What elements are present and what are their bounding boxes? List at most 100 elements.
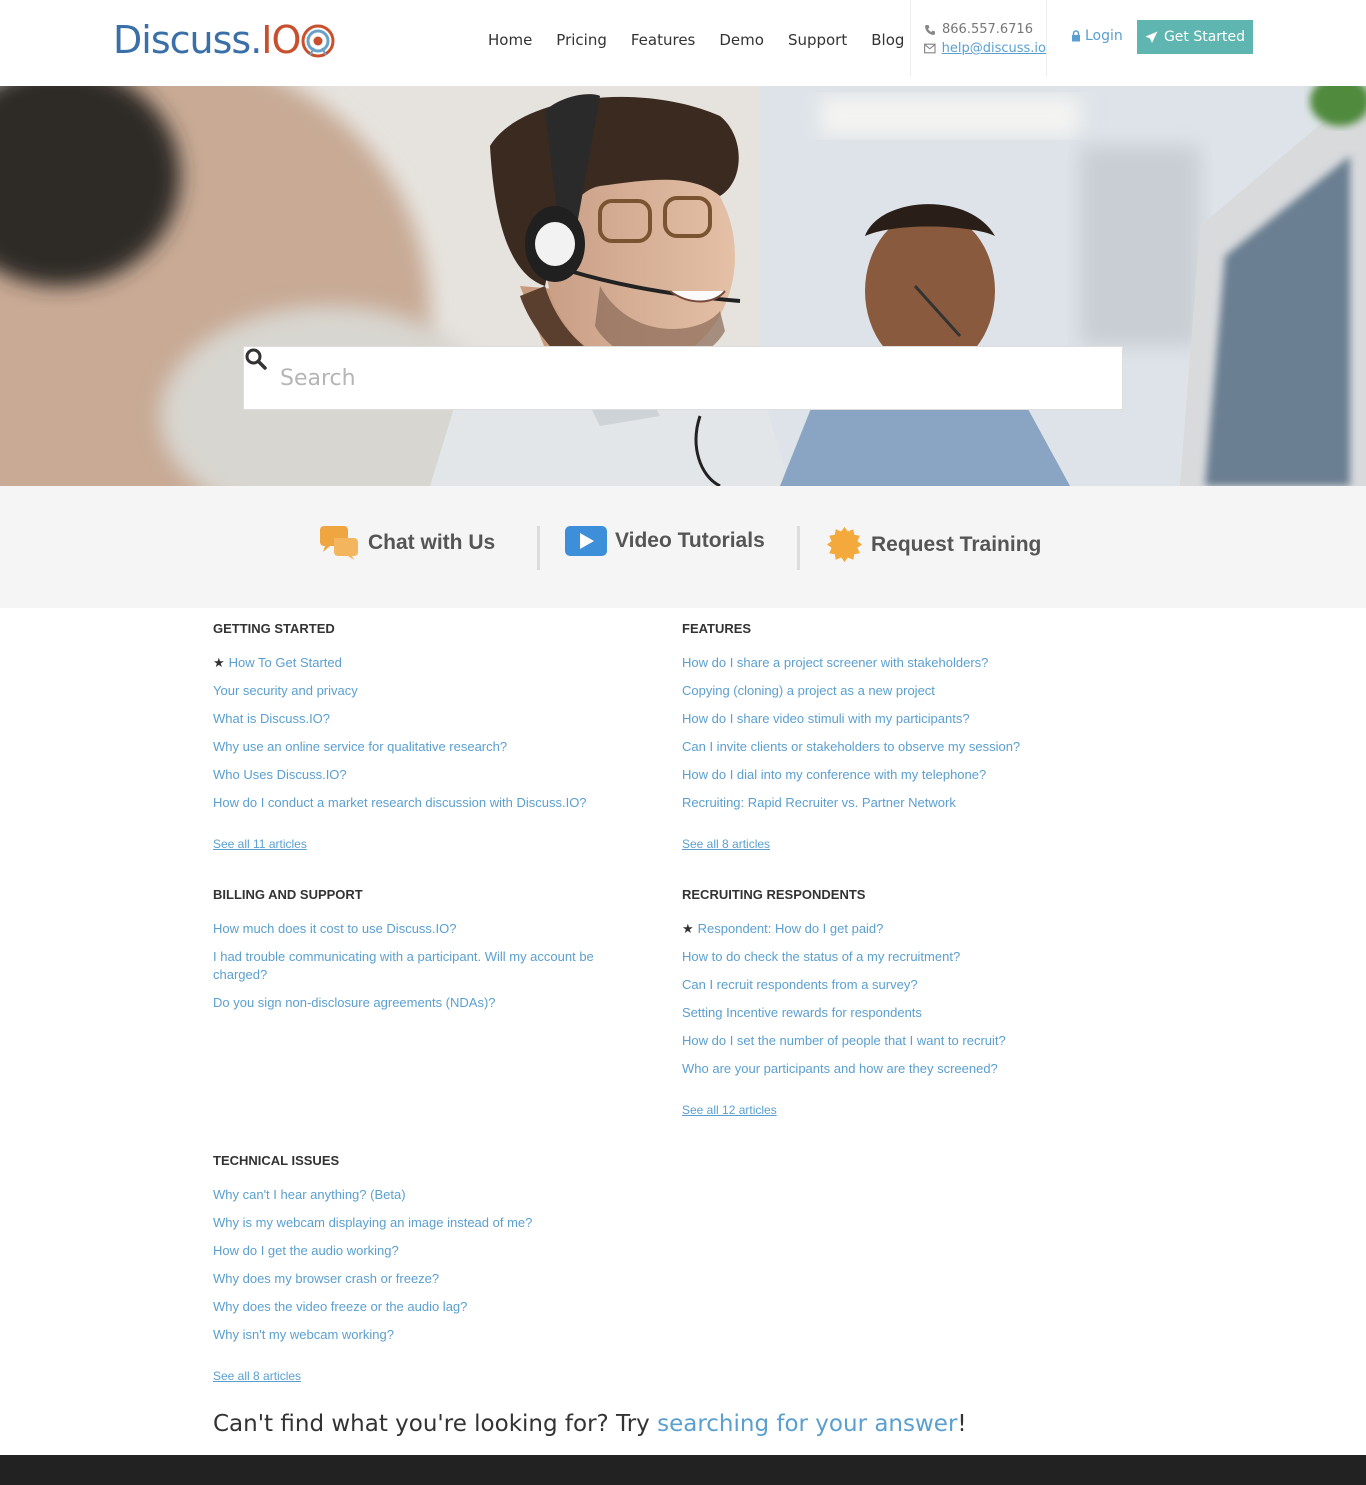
category-recruiting-respondents: RECRUITING RESPONDENTS ★ Respondent: How … — [682, 887, 1102, 1119]
login-link[interactable]: Login — [1071, 28, 1123, 44]
list-item: Setting Incentive rewards for respondent… — [682, 1004, 1102, 1022]
article-link[interactable]: Why isn't my webcam working? — [213, 1327, 394, 1342]
search-bar[interactable] — [243, 346, 1123, 410]
envelope-icon — [924, 43, 936, 54]
article-link[interactable]: How do I share a project screener with s… — [682, 655, 988, 670]
list-item: Recruiting: Rapid Recruiter vs. Partner … — [682, 794, 1102, 812]
list-item: What is Discuss.IO? — [213, 710, 633, 728]
star-icon: ★ — [682, 921, 694, 936]
category-getting-started: GETTING STARTED ★ How To Get Started Your… — [213, 621, 633, 853]
contact-info: 866.557.6716 help@discuss.io — [910, 0, 1047, 76]
article-link[interactable]: Your security and privacy — [213, 683, 358, 698]
list-item: Why does the video freeze or the audio l… — [213, 1298, 633, 1316]
nav-features[interactable]: Features — [631, 30, 696, 50]
request-training-link[interactable]: Request Training — [826, 526, 1041, 563]
list-item: How do I share a project screener with s… — [682, 654, 1102, 672]
list-item: How do I get the audio working? — [213, 1242, 633, 1260]
article-link[interactable]: Can I invite clients or stakeholders to … — [682, 739, 1020, 754]
article-link[interactable]: How to do check the status of a my recru… — [682, 949, 960, 964]
see-all-link[interactable]: See all 11 articles — [213, 837, 307, 851]
article-link[interactable]: Why use an online service for qualitativ… — [213, 739, 507, 754]
see-all-link[interactable]: See all 12 articles — [682, 1103, 777, 1117]
category-title: FEATURES — [682, 621, 752, 636]
discuss-io-logo[interactable]: Discuss.IO — [113, 18, 335, 62]
article-link[interactable]: Setting Incentive rewards for respondent… — [682, 1005, 922, 1020]
see-all-link[interactable]: See all 8 articles — [213, 1369, 301, 1383]
lock-icon — [1072, 30, 1080, 42]
article-link[interactable]: Who Uses Discuss.IO? — [213, 767, 347, 782]
see-all-link[interactable]: See all 8 articles — [682, 837, 770, 851]
article-link[interactable]: How To Get Started — [229, 655, 342, 670]
article-link[interactable]: Why can't I hear anything? (Beta) — [213, 1187, 406, 1202]
cant-find-suffix: ! — [957, 1411, 967, 1437]
search-answer-link[interactable]: searching for your answer — [657, 1411, 957, 1437]
article-link[interactable]: Who are your participants and how are th… — [682, 1061, 998, 1076]
article-link[interactable]: How do I conduct a market research discu… — [213, 795, 587, 810]
hero-banner — [0, 86, 1366, 486]
nav-pricing[interactable]: Pricing — [556, 30, 607, 50]
chat-bubbles-icon — [320, 526, 358, 560]
nav-support[interactable]: Support — [788, 30, 847, 50]
category-title: RECRUITING RESPONDENTS — [682, 887, 866, 902]
list-item: Who are your participants and how are th… — [682, 1060, 1102, 1078]
site-header: Discuss.IO Home Pricing Features Demo Su… — [0, 0, 1366, 86]
category-title: BILLING AND SUPPORT — [213, 887, 363, 902]
email-link[interactable]: help@discuss.io — [942, 39, 1046, 58]
article-list: ★ Respondent: How do I get paid? How to d… — [682, 920, 1102, 1078]
star-icon: ★ — [213, 655, 225, 670]
article-link[interactable]: How do I share video stimuli with my par… — [682, 711, 970, 726]
list-item: Why isn't my webcam working? — [213, 1326, 633, 1344]
article-link[interactable]: Why is my webcam displaying an image ins… — [213, 1215, 532, 1230]
chat-with-us-link[interactable]: Chat with Us — [318, 526, 495, 560]
article-link[interactable]: Recruiting: Rapid Recruiter vs. Partner … — [682, 795, 956, 810]
list-item: Do you sign non-disclosure agreements (N… — [213, 994, 603, 1012]
article-link[interactable]: Why does the video freeze or the audio l… — [213, 1299, 467, 1314]
article-link[interactable]: How do I get the audio working? — [213, 1243, 399, 1258]
search-input[interactable] — [280, 365, 1080, 391]
video-tutorials-link[interactable]: Video Tutorials — [565, 526, 765, 556]
nav-blog[interactable]: Blog — [871, 30, 904, 50]
article-link[interactable]: How do I set the number of people that I… — [682, 1033, 1006, 1048]
phone-row: 866.557.6716 — [924, 20, 1046, 39]
category-title: TECHNICAL ISSUES — [213, 1153, 340, 1168]
category-billing-and-support: BILLING AND SUPPORT How much does it cos… — [213, 887, 603, 1022]
list-item: Why does my browser crash or freeze? — [213, 1270, 633, 1288]
rocket-icon — [1145, 31, 1158, 43]
target-logo-icon — [301, 24, 335, 58]
list-item: How do I dial into my conference with my… — [682, 766, 1102, 784]
site-footer — [0, 1455, 1366, 1485]
list-item: ★ How To Get Started — [213, 654, 633, 672]
video-play-icon — [565, 526, 607, 556]
list-item: How to do check the status of a my recru… — [682, 948, 1102, 966]
get-started-button[interactable]: Get Started — [1137, 20, 1253, 54]
list-item: Can I invite clients or stakeholders to … — [682, 738, 1102, 756]
login-label: Login — [1085, 28, 1123, 44]
list-item: Can I recruit respondents from a survey? — [682, 976, 1102, 994]
email-row: help@discuss.io — [924, 39, 1046, 58]
nav-home[interactable]: Home — [488, 30, 532, 50]
list-item: Why can't I hear anything? (Beta) — [213, 1186, 633, 1204]
nav-demo[interactable]: Demo — [719, 30, 764, 50]
list-item: How do I share video stimuli with my par… — [682, 710, 1102, 728]
training-label: Request Training — [871, 532, 1042, 556]
article-link[interactable]: What is Discuss.IO? — [213, 711, 330, 726]
article-link[interactable]: Can I recruit respondents from a survey? — [682, 977, 918, 992]
search-icon — [245, 348, 267, 370]
article-list: How much does it cost to use Discuss.IO?… — [213, 920, 603, 1012]
article-link[interactable]: Why does my browser crash or freeze? — [213, 1271, 439, 1286]
support-actions-bar: Chat with Us Video Tutorials Request Tra… — [0, 486, 1366, 608]
article-link[interactable]: How do I dial into my conference with my… — [682, 767, 986, 782]
article-link[interactable]: Respondent: How do I get paid? — [698, 921, 884, 936]
article-link[interactable]: How much does it cost to use Discuss.IO? — [213, 921, 456, 936]
list-item: Why is my webcam displaying an image ins… — [213, 1214, 633, 1232]
article-link[interactable]: Do you sign non-disclosure agreements (N… — [213, 995, 496, 1010]
article-list: ★ How To Get Started Your security and pr… — [213, 654, 633, 812]
chat-label: Chat with Us — [368, 531, 496, 554]
list-item: I had trouble communicating with a parti… — [213, 948, 603, 984]
article-link[interactable]: I had trouble communicating with a parti… — [213, 949, 594, 982]
article-link[interactable]: Copying (cloning) a project as a new pro… — [682, 683, 935, 698]
list-item: Your security and privacy — [213, 682, 633, 700]
main-nav: Home Pricing Features Demo Support Blog — [488, 30, 904, 50]
cant-find-prompt: Can't find what you're looking for? Try … — [213, 1408, 967, 1440]
category-title: GETTING STARTED — [213, 621, 335, 636]
